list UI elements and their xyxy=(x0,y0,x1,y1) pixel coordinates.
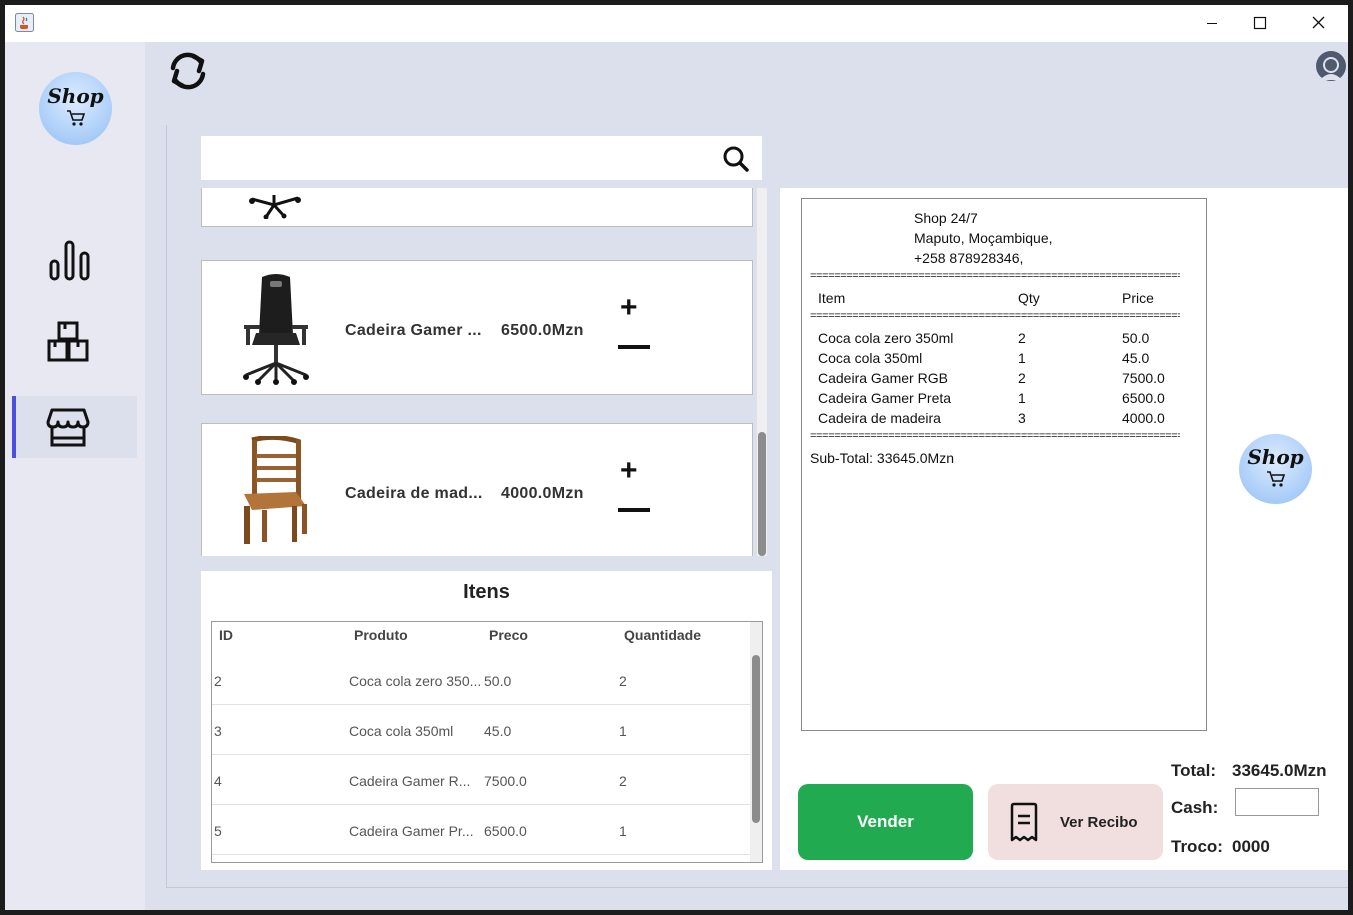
product-card xyxy=(201,188,753,227)
bar-chart-icon xyxy=(49,240,90,281)
separator: ========================================… xyxy=(810,313,1180,322)
column-header[interactable]: ID xyxy=(219,627,233,643)
cash-label: Cash: xyxy=(1171,798,1219,817)
separator: ========================================… xyxy=(810,433,1180,442)
column-header[interactable]: Quantidade xyxy=(624,627,701,643)
decrease-button[interactable] xyxy=(618,345,650,349)
close-button[interactable] xyxy=(1295,5,1341,42)
scrollbar-thumb[interactable] xyxy=(758,432,766,556)
decrease-button[interactable] xyxy=(618,508,650,512)
scrollbar-thumb[interactable] xyxy=(752,655,760,823)
increase-button[interactable]: + xyxy=(620,456,638,486)
column-header[interactable]: Produto xyxy=(354,627,408,643)
items-title: Itens xyxy=(463,581,510,603)
product-name: Cadeira Gamer ... xyxy=(345,322,482,339)
search-input[interactable] xyxy=(209,144,709,172)
cash-input[interactable] xyxy=(1235,788,1319,816)
store-icon xyxy=(46,408,90,447)
receipt-preview: Shop 24/7 Maputo, Moçambique, +258 87892… xyxy=(801,198,1207,731)
product-price: 6500.0Mzn xyxy=(501,322,584,339)
table-row[interactable]: 2 Coca cola zero 350... 50.0 2 xyxy=(212,655,750,705)
change-label: Troco: xyxy=(1171,837,1223,856)
close-icon xyxy=(1312,16,1325,29)
user-button[interactable] xyxy=(1315,50,1347,82)
search-bar xyxy=(201,136,762,180)
column-header[interactable]: Preco xyxy=(489,627,528,643)
product-list: Cadeira Gamer ... 6500.0Mzn + Cadeira de… xyxy=(201,188,767,556)
user-icon xyxy=(1316,51,1346,81)
table-scrollbar[interactable] xyxy=(750,622,762,862)
items-panel: Itens ID Produto Preco Quantidade 2 Coca… xyxy=(201,571,772,870)
sidebar-item-stock[interactable] xyxy=(12,308,137,370)
receipt-icon xyxy=(1010,802,1038,842)
sale-panel: Shop 24/7 Maputo, Moçambique, +258 87892… xyxy=(780,188,1348,870)
total-value: 33645.0Mzn xyxy=(1232,761,1327,780)
product-price: 4000.0Mzn xyxy=(501,485,584,502)
boxes-icon xyxy=(47,321,89,362)
product-card: Cadeira Gamer ... 6500.0Mzn + xyxy=(201,260,753,395)
title-bar xyxy=(5,5,1348,42)
minimize-button[interactable] xyxy=(1189,5,1235,42)
search-icon[interactable] xyxy=(722,145,750,173)
product-image xyxy=(244,436,307,544)
items-table: ID Produto Preco Quantidade 2 Coca cola … xyxy=(211,621,763,863)
receipt-subtotal: Sub-Total: 33645.0Mzn xyxy=(810,450,954,466)
product-image xyxy=(243,274,309,385)
maximize-button[interactable] xyxy=(1237,5,1283,42)
table-row[interactable]: 5 Cadeira Gamer Pr... 6500.0 1 xyxy=(212,805,750,855)
change-value: 0000 xyxy=(1232,837,1270,856)
table-row[interactable]: 3 Coca cola 350ml 45.0 1 xyxy=(212,705,750,755)
separator: ========================================… xyxy=(810,273,1180,282)
product-list-scrollbar[interactable] xyxy=(757,188,767,556)
shop-logo: Shop xyxy=(1239,434,1312,504)
view-receipt-button[interactable]: Ver Recibo xyxy=(988,784,1163,860)
shop-logo: Shop xyxy=(39,72,112,145)
increase-button[interactable]: + xyxy=(620,293,638,323)
maximize-icon xyxy=(1253,16,1267,30)
java-icon xyxy=(15,13,34,32)
minimize-icon xyxy=(1207,23,1217,24)
product-name: Cadeira de mad... xyxy=(345,485,483,502)
table-row[interactable]: 4 Cadeira Gamer R... 7500.0 2 xyxy=(212,755,750,805)
product-image xyxy=(249,195,301,219)
sell-button[interactable]: Vender xyxy=(798,784,973,860)
product-card: Cadeira de mad... 4000.0Mzn + xyxy=(201,423,753,556)
sidebar-item-store[interactable] xyxy=(12,396,137,458)
total-label: Total: xyxy=(1171,761,1217,780)
app-window: Shop Cadeira Gamer ... 6500.0Mzn + Cadei… xyxy=(5,5,1348,910)
cart-icon xyxy=(67,110,86,126)
refresh-icon xyxy=(170,52,206,90)
refresh-button[interactable] xyxy=(165,48,211,94)
sidebar: Shop xyxy=(5,42,145,910)
sidebar-item-dashboard[interactable] xyxy=(12,227,137,289)
cart-icon xyxy=(1267,471,1286,487)
